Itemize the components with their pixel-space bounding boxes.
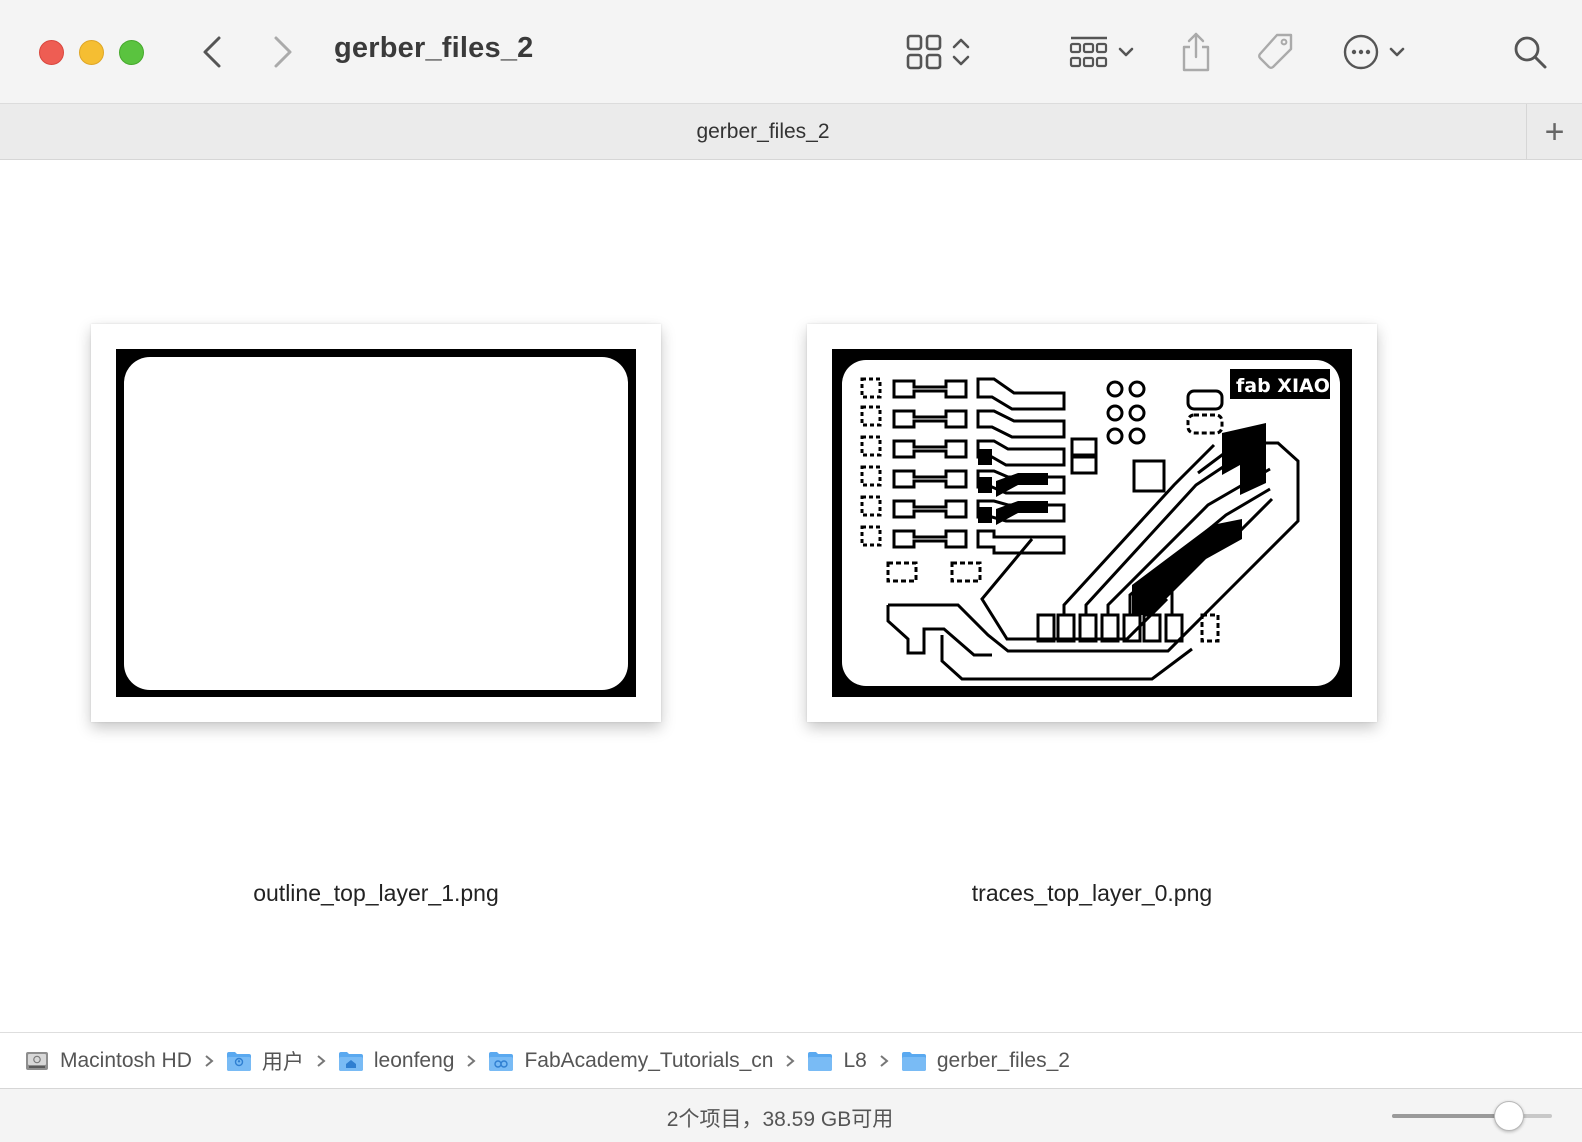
status-text: 2个项目，38.59 GB可用 xyxy=(666,1108,894,1131)
board-label: fab XIAO xyxy=(1236,375,1330,397)
slider-knob[interactable] xyxy=(1493,1101,1524,1131)
breadcrumb-gerber-files-2[interactable]: gerber_files_2 xyxy=(901,1049,1070,1073)
file-grid: outline_top_layer_1.png fab XIAO traces_… xyxy=(0,160,1582,1032)
chevron-right-icon xyxy=(316,1054,326,1068)
breadcrumb-label: FabAcademy_Tutorials_cn xyxy=(524,1048,774,1072)
breadcrumb-macintosh-hd[interactable]: Macintosh HD xyxy=(24,1049,192,1073)
chevron-right-icon xyxy=(204,1054,214,1068)
search-button[interactable] xyxy=(1510,28,1550,76)
grid-view-icon xyxy=(906,34,942,70)
chevron-down-icon xyxy=(1389,47,1405,57)
close-button[interactable] xyxy=(39,40,64,65)
hard-drive-icon xyxy=(26,1051,48,1070)
chevron-left-icon xyxy=(203,36,221,68)
maximize-button[interactable] xyxy=(119,40,144,65)
chevron-right-icon xyxy=(274,36,292,68)
chevron-updown-icon xyxy=(952,38,970,66)
file-name-label[interactable]: outline_top_layer_1.png xyxy=(76,880,676,907)
icon-size-slider[interactable] xyxy=(1392,1114,1552,1118)
breadcrumb-label: Macintosh HD xyxy=(60,1048,192,1072)
view-mode-button[interactable] xyxy=(904,28,974,76)
status-bar: 2个项目，38.59 GB可用 xyxy=(0,1089,1582,1142)
traces-preview-image: fab XIAO xyxy=(832,349,1352,697)
path-bar: Macintosh HD 用户 leonfeng FabAcademy_Tuto… xyxy=(0,1032,1582,1089)
chevron-down-icon xyxy=(1118,47,1134,57)
chevron-right-icon xyxy=(466,1054,477,1068)
breadcrumb-label: L8 xyxy=(843,1048,867,1072)
tab-bar: gerber_files_2 + xyxy=(0,103,1582,160)
tag-button[interactable] xyxy=(1255,28,1295,76)
chevron-right-icon xyxy=(785,1054,796,1068)
home-folder-icon xyxy=(338,1051,363,1071)
new-tab-button[interactable]: + xyxy=(1526,104,1582,160)
outline-preview-image xyxy=(116,349,636,697)
share-icon xyxy=(1182,32,1210,72)
group-by-icon xyxy=(1069,36,1108,68)
folder-icon xyxy=(808,1051,833,1071)
shared-folder-icon xyxy=(489,1051,514,1071)
breadcrumb-home[interactable]: leonfeng xyxy=(338,1048,455,1073)
tab-title[interactable]: gerber_files_2 xyxy=(0,120,1526,144)
file-name-label[interactable]: traces_top_layer_0.png xyxy=(792,880,1392,907)
forward-button[interactable] xyxy=(263,30,303,74)
breadcrumb-fabacademy[interactable]: FabAcademy_Tutorials_cn xyxy=(488,1049,773,1073)
more-actions-button[interactable] xyxy=(1338,28,1410,76)
finder-window: gerber_files_2 gerber_files_2 + outline_… xyxy=(0,0,1582,1142)
file-thumbnail-outline[interactable] xyxy=(91,324,661,722)
folder-icon xyxy=(901,1051,926,1071)
breadcrumb-label: leonfeng xyxy=(373,1048,455,1072)
tag-icon xyxy=(1258,33,1293,69)
toolbar: gerber_files_2 xyxy=(0,0,1582,103)
share-button[interactable] xyxy=(1178,28,1214,76)
file-thumbnail-traces[interactable]: fab XIAO xyxy=(807,324,1377,722)
breadcrumb-l8[interactable]: L8 xyxy=(807,1048,867,1073)
chevron-right-icon xyxy=(879,1054,889,1068)
breadcrumb-label: 用户 xyxy=(261,1050,304,1074)
users-folder-icon xyxy=(226,1051,251,1071)
search-icon xyxy=(1514,36,1547,69)
window-title: gerber_files_2 xyxy=(334,32,534,64)
breadcrumb-label: gerber_files_2 xyxy=(936,1048,1070,1072)
minimize-button[interactable] xyxy=(79,40,104,65)
back-button[interactable] xyxy=(192,30,232,74)
slider-fill xyxy=(1392,1114,1509,1118)
group-by-button[interactable] xyxy=(1066,28,1138,76)
ellipsis-circle-icon xyxy=(1343,34,1379,70)
breadcrumb-users[interactable]: 用户 xyxy=(226,1046,304,1076)
